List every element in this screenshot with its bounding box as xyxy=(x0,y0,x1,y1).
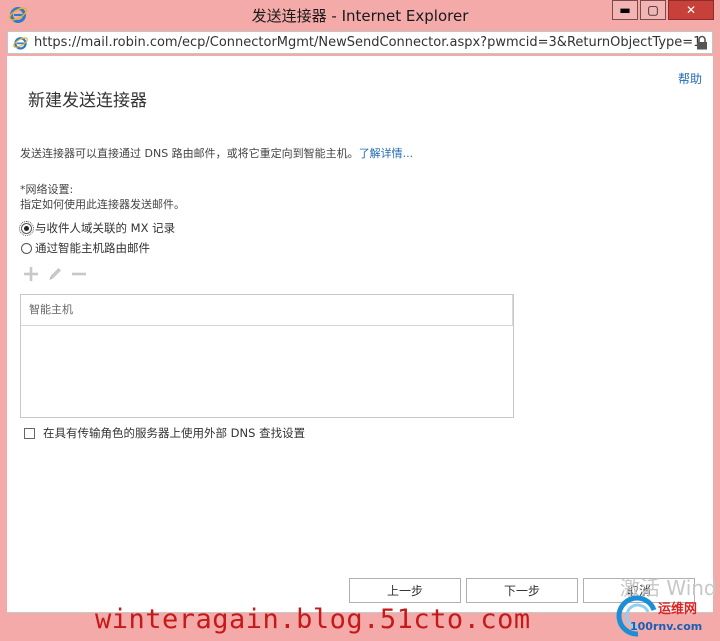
external-dns-checkbox[interactable] xyxy=(24,427,35,439)
learn-more-link[interactable]: 了解详情... xyxy=(359,147,414,160)
ie-window: 发送连接器 - Internet Explorer ▬ ▢ ✕ https://… xyxy=(0,0,720,641)
remove-icon[interactable] xyxy=(71,266,87,282)
description-body: 发送连接器可以直接通过 DNS 路由邮件，或将它重定向到智能主机。 xyxy=(20,147,359,160)
network-settings-label: *网络设置: xyxy=(20,183,74,196)
logo-text: 运维网 xyxy=(658,602,698,617)
description-text: 发送连接器可以直接通过 DNS 路由邮件，或将它重定向到智能主机。了解详情... xyxy=(20,145,413,161)
radio-mx-record-input[interactable] xyxy=(19,220,34,236)
title-bar[interactable]: 发送连接器 - Internet Explorer ▬ ▢ ✕ xyxy=(0,0,720,30)
external-dns-label: 在具有传输角色的服务器上使用外部 DNS 查找设置 xyxy=(43,426,306,440)
url-text[interactable]: https://mail.robin.com/ecp/ConnectorMgmt… xyxy=(34,35,701,50)
help-link[interactable]: 帮助 xyxy=(678,70,702,87)
next-button[interactable]: 下一步 xyxy=(466,578,578,603)
list-header-divider xyxy=(512,295,513,325)
logo-url: 100rnv.com xyxy=(630,620,703,633)
dialog-content: 帮助 新建发送连接器 发送连接器可以直接通过 DNS 路由邮件，或将它重定向到智… xyxy=(7,56,713,612)
radio-mx-record-label: 与收件人域关联的 MX 记录 xyxy=(35,221,176,235)
maximize-button[interactable]: ▢ xyxy=(640,0,666,20)
address-bar[interactable]: https://mail.robin.com/ecp/ConnectorMgmt… xyxy=(7,31,713,54)
smart-host-toolbar xyxy=(23,266,95,282)
close-button[interactable]: ✕ xyxy=(668,0,714,20)
minimize-button[interactable]: ▬ xyxy=(612,0,638,20)
back-button[interactable]: 上一步 xyxy=(349,578,461,603)
radio-smart-host-input[interactable] xyxy=(21,242,32,254)
network-settings-desc: 指定如何使用此连接器发送邮件。 xyxy=(20,198,185,211)
list-header-smart-host[interactable]: 智能主机 xyxy=(21,295,513,326)
edit-pencil-icon[interactable] xyxy=(47,266,63,282)
radio-smart-host-label: 通过智能主机路由邮件 xyxy=(35,241,150,255)
add-icon[interactable] xyxy=(23,266,39,282)
external-dns-option[interactable]: 在具有传输角色的服务器上使用外部 DNS 查找设置 xyxy=(24,425,305,441)
lock-icon[interactable] xyxy=(696,35,708,50)
window-controls: ▬ ▢ ✕ xyxy=(610,0,714,20)
radio-smart-host[interactable]: 通过智能主机路由邮件 xyxy=(21,240,150,256)
site-logo: 运维网 100rnv.com xyxy=(616,594,716,638)
blog-watermark: winteragain.blog.51cto.com xyxy=(95,604,531,635)
radio-mx-record[interactable]: 与收件人域关联的 MX 记录 xyxy=(19,220,176,236)
ie-page-icon xyxy=(13,37,28,50)
page-title: 新建发送连接器 xyxy=(28,91,147,111)
smart-host-list[interactable]: 智能主机 xyxy=(20,294,514,418)
